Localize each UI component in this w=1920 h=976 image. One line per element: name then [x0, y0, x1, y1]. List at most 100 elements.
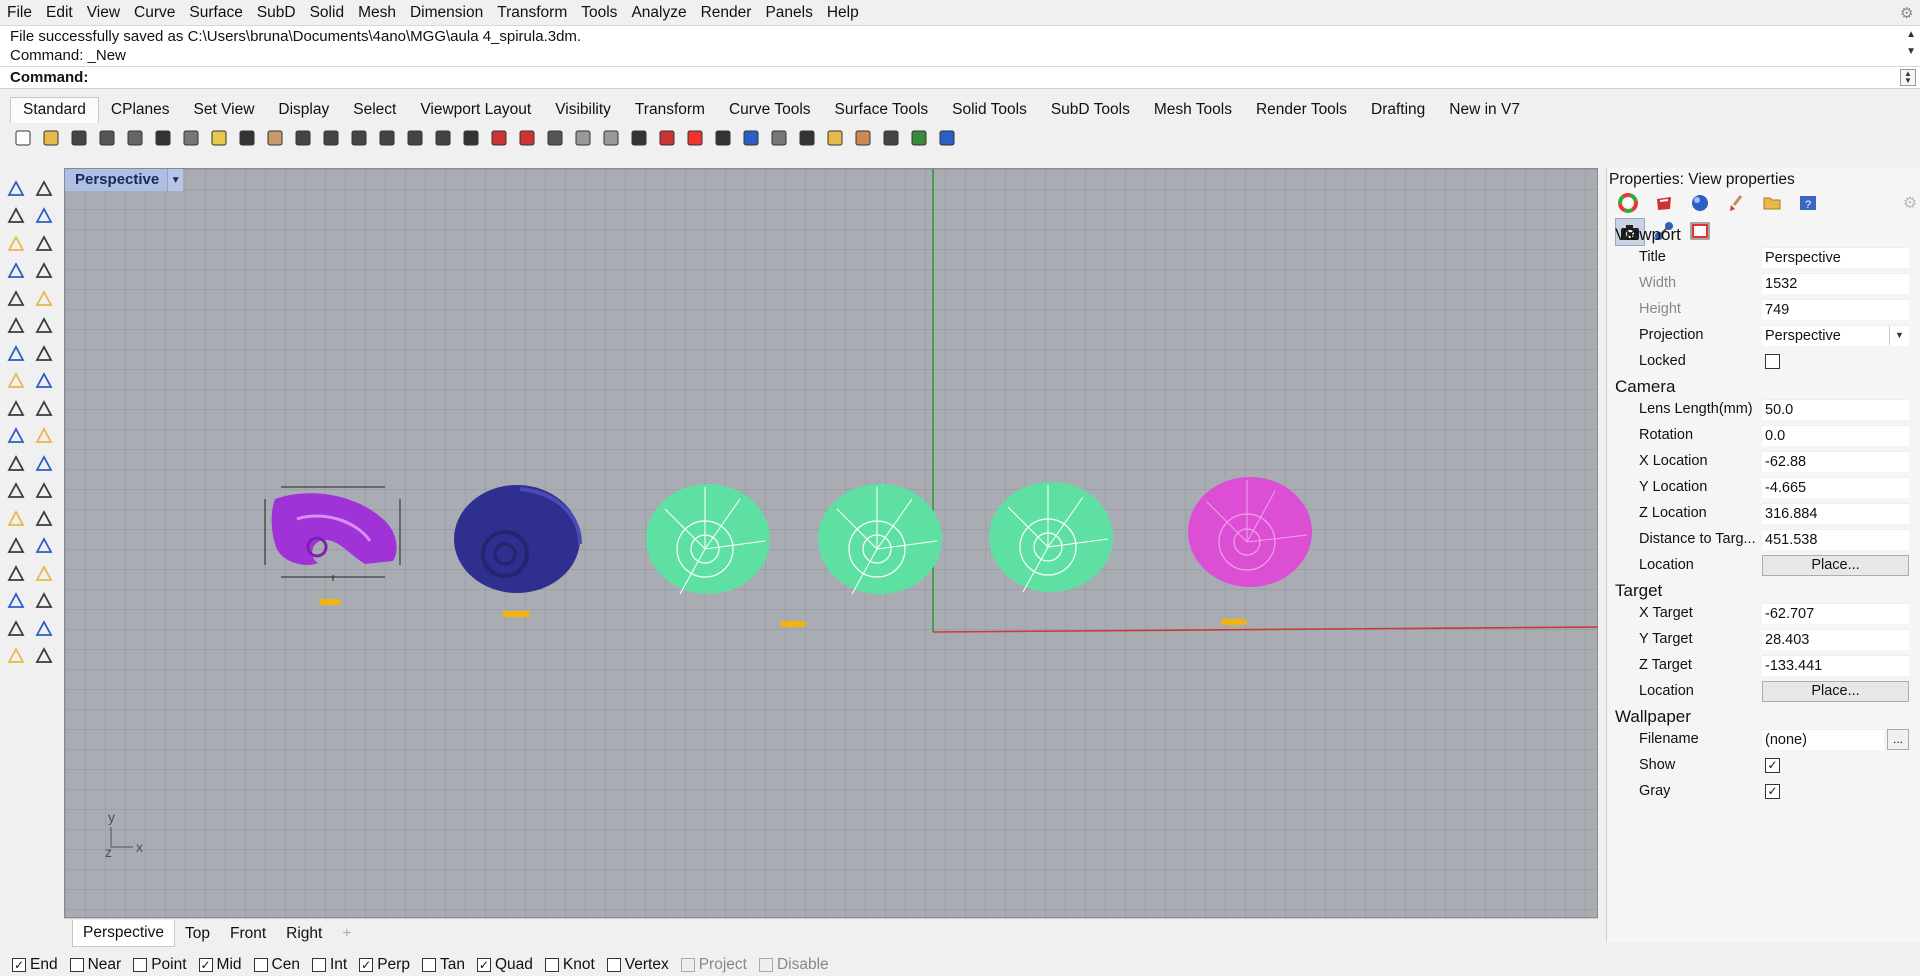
x-target-field[interactable]: -62.707: [1762, 603, 1909, 624]
menu-surface[interactable]: Surface: [182, 4, 249, 22]
osnap-checkbox[interactable]: [421, 958, 436, 972]
cylinder-icon[interactable]: [3, 369, 28, 394]
mesh-icon[interactable]: [3, 644, 28, 669]
menu-curve[interactable]: Curve: [127, 4, 182, 22]
x-location-field[interactable]: -62.88: [1762, 451, 1909, 472]
menu-solid[interactable]: Solid: [303, 4, 351, 22]
camera-place-button[interactable]: Place...: [1762, 555, 1909, 576]
arc-icon[interactable]: [3, 286, 28, 311]
menu-view[interactable]: View: [80, 4, 127, 22]
material-sphere-icon[interactable]: [1687, 190, 1713, 216]
cut-icon[interactable]: [150, 126, 175, 151]
osnap-knot[interactable]: Knot: [544, 956, 595, 974]
target-place-button[interactable]: Place...: [1762, 681, 1909, 702]
shell-green-3[interactable]: [989, 482, 1113, 593]
layer-icon[interactable]: [654, 126, 679, 151]
osnap-checkbox[interactable]: ✓: [476, 958, 491, 972]
osnap-checkbox[interactable]: [253, 958, 268, 972]
menu-analyze[interactable]: Analyze: [624, 4, 693, 22]
command-input[interactable]: [90, 68, 1890, 87]
tab-transform[interactable]: Transform: [623, 98, 717, 123]
view-tab-top[interactable]: Top: [175, 921, 220, 947]
distance-field[interactable]: 451.538: [1762, 529, 1909, 550]
zoom-selected-icon[interactable]: [402, 126, 427, 151]
menu-panels[interactable]: Panels: [758, 4, 819, 22]
tab-mesh-tools[interactable]: Mesh Tools: [1142, 98, 1244, 123]
osnap-int[interactable]: Int: [311, 956, 347, 974]
open-icon[interactable]: [38, 126, 63, 151]
osnap-checkbox[interactable]: ✓: [198, 958, 213, 972]
matrix-icon[interactable]: [3, 589, 28, 614]
print-icon[interactable]: [94, 126, 119, 151]
osnap-mid[interactable]: ✓ Mid: [198, 956, 242, 974]
ellipse-icon[interactable]: [31, 231, 56, 256]
pan-icon[interactable]: [262, 126, 287, 151]
menu-mesh[interactable]: Mesh: [351, 4, 403, 22]
osnap-project[interactable]: Project: [680, 956, 747, 974]
grid-icon[interactable]: [458, 126, 483, 151]
shell-navy[interactable]: [454, 485, 582, 617]
surface-patch-icon[interactable]: [3, 396, 28, 421]
layers-icon[interactable]: [1651, 190, 1677, 216]
blend-icon[interactable]: [31, 479, 56, 504]
text-icon[interactable]: [3, 506, 28, 531]
menu-tools[interactable]: Tools: [574, 4, 624, 22]
osnap-perp[interactable]: ✓ Perp: [359, 956, 410, 974]
osnap-vertex[interactable]: Vertex: [606, 956, 669, 974]
command-spinner[interactable]: ▲ ▼: [1900, 69, 1916, 86]
chevron-down-icon[interactable]: ▼: [1889, 326, 1909, 345]
osnap-checkbox[interactable]: [133, 958, 148, 972]
shell-purple[interactable]: [264, 486, 401, 605]
gear-icon[interactable]: ⚙: [1900, 4, 1916, 22]
mirror-icon[interactable]: [31, 561, 56, 586]
osnap-end[interactable]: ✓ End: [12, 956, 58, 974]
help-icon[interactable]: [934, 126, 959, 151]
curve-icon[interactable]: [31, 204, 56, 229]
rotate-view-icon[interactable]: [430, 126, 455, 151]
title-field[interactable]: Perspective: [1762, 247, 1909, 268]
filename-field[interactable]: (none): [1762, 729, 1884, 750]
point-icon[interactable]: [31, 176, 56, 201]
polar-array-icon[interactable]: [3, 561, 28, 586]
chevron-down-icon[interactable]: ▼: [167, 169, 184, 191]
osnap-cen[interactable]: Cen: [253, 956, 300, 974]
copy-icon[interactable]: [178, 126, 203, 151]
analyze-icon[interactable]: [3, 616, 28, 641]
zoom-window-icon[interactable]: [346, 126, 371, 151]
car-icon[interactable]: [486, 126, 511, 151]
browse-button[interactable]: ...: [1887, 729, 1909, 750]
join-icon[interactable]: [3, 451, 28, 476]
scroll-down-icon[interactable]: ▼: [1906, 46, 1916, 57]
paste-icon[interactable]: [206, 126, 231, 151]
rotation-field[interactable]: 0.0: [1762, 425, 1909, 446]
osnap-checkbox[interactable]: [758, 958, 773, 972]
gear-cluster-icon[interactable]: [850, 126, 875, 151]
tab-display[interactable]: Display: [266, 98, 341, 123]
save-icon[interactable]: [66, 126, 91, 151]
folder-icon[interactable]: [1759, 190, 1785, 216]
gear-icon[interactable]: ⚙: [1897, 190, 1920, 216]
locked-checkbox[interactable]: [1765, 354, 1780, 369]
lens-field[interactable]: 50.0: [1762, 399, 1909, 420]
new-icon[interactable]: [10, 126, 35, 151]
point-light-icon[interactable]: [570, 126, 595, 151]
zoom-extents-icon[interactable]: [374, 126, 399, 151]
target-icon[interactable]: [542, 126, 567, 151]
group-icon[interactable]: [31, 534, 56, 559]
osnap-disable[interactable]: Disable: [758, 956, 829, 974]
viewport-title[interactable]: Perspective: [65, 169, 168, 191]
color-wheel-icon[interactable]: [682, 126, 707, 151]
help-icon[interactable]: ?: [1795, 190, 1821, 216]
polyline-icon[interactable]: [3, 204, 28, 229]
osnap-quad[interactable]: ✓ Quad: [476, 956, 533, 974]
tab-surface-tools[interactable]: Surface Tools: [823, 98, 941, 123]
dimension-icon[interactable]: [878, 126, 903, 151]
osnap-tan[interactable]: Tan: [421, 956, 465, 974]
lock-icon[interactable]: [626, 126, 651, 151]
z-location-field[interactable]: 316.884: [1762, 503, 1909, 524]
surface-icon[interactable]: [3, 314, 28, 339]
add-view-icon[interactable]: +: [332, 921, 361, 947]
split-icon[interactable]: [31, 424, 56, 449]
viewport-perspective[interactable]: y z x Perspective ▼: [64, 168, 1598, 918]
zoom-icon[interactable]: [318, 126, 343, 151]
